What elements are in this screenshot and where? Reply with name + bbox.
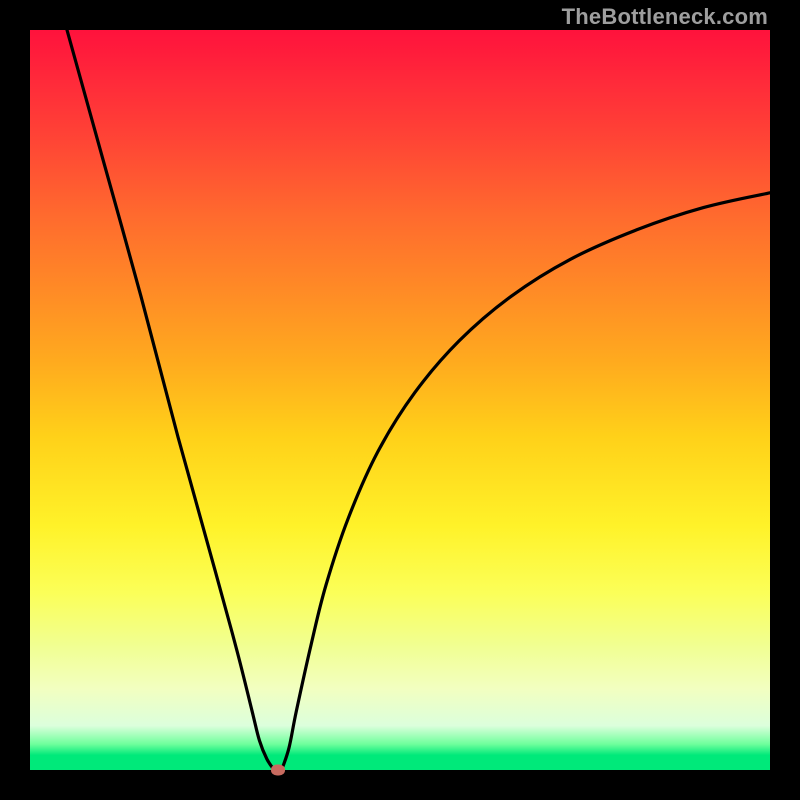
curve-path xyxy=(67,30,770,770)
watermark-label: TheBottleneck.com xyxy=(562,4,768,30)
chart-frame: TheBottleneck.com xyxy=(0,0,800,800)
minimum-point-marker xyxy=(271,765,285,776)
plot-area xyxy=(30,30,770,770)
bottleneck-curve xyxy=(30,30,770,770)
